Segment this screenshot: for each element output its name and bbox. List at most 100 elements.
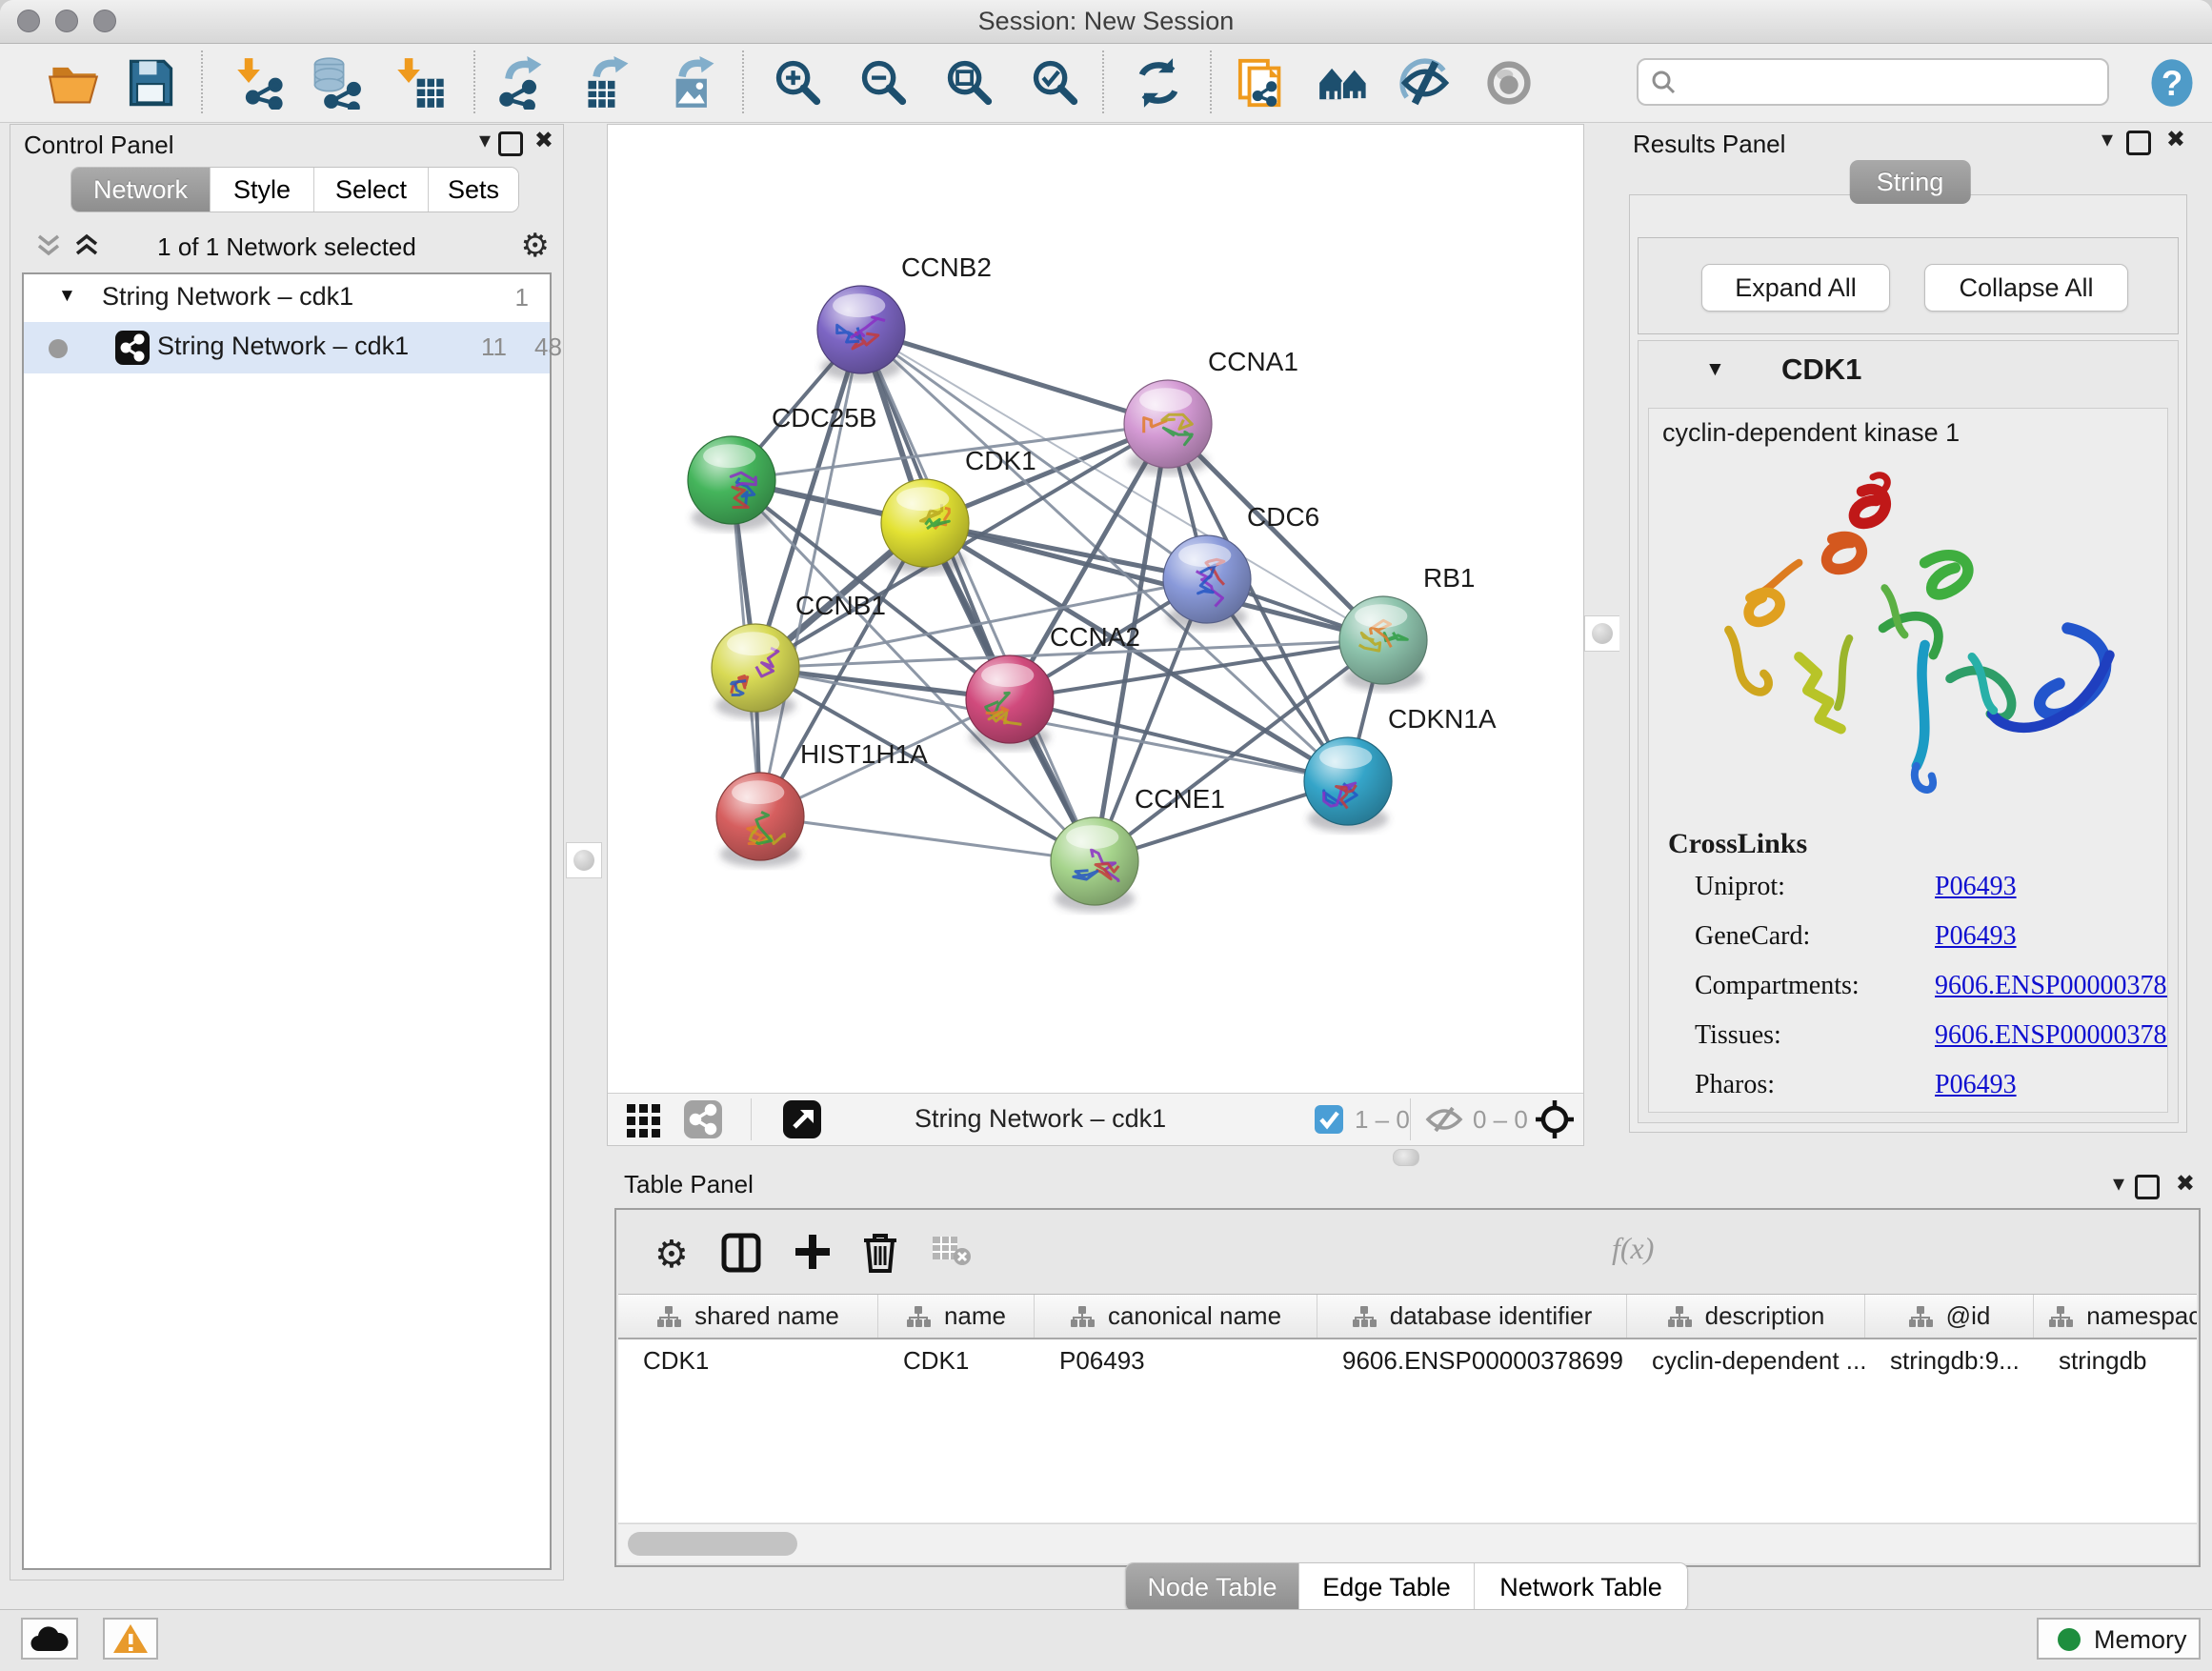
column-header-canonical-name[interactable]: canonical name <box>1035 1295 1317 1338</box>
float-panel-icon[interactable] <box>2135 1175 2160 1199</box>
column-header-shared-name[interactable]: shared name <box>618 1295 878 1338</box>
export-network-icon[interactable] <box>496 56 550 110</box>
close-panel-icon[interactable]: ✖ <box>534 127 553 154</box>
hidden-eye-icon[interactable] <box>1425 1107 1463 1137</box>
import-network-database-icon[interactable] <box>309 56 362 110</box>
function-builder-icon: f(x) <box>1612 1231 1654 1266</box>
table-cell: cyclin-dependent ... <box>1627 1346 1865 1376</box>
column-header-description[interactable]: description <box>1627 1295 1865 1338</box>
horizontal-splitter-handle[interactable] <box>1393 1149 1419 1166</box>
column-header-name[interactable]: name <box>878 1295 1035 1338</box>
collection-name: String Network – cdk1 <box>102 282 353 312</box>
table-body: CDK1CDK1P064939606.ENSP00000378699cyclin… <box>618 1339 2197 1522</box>
crosslinks-title: CrossLinks <box>1668 828 1807 860</box>
column-label: description <box>1705 1301 1825 1331</box>
save-session-icon[interactable] <box>124 56 177 110</box>
show-columns-icon[interactable] <box>721 1233 761 1278</box>
crosslink-link[interactable]: 9606.ENSP00000378699 <box>1935 971 2168 1001</box>
help-icon[interactable]: ? <box>2145 56 2199 110</box>
zoom-in-icon[interactable] <box>772 56 825 110</box>
tab-node-table[interactable]: Node Table <box>1126 1563 1299 1611</box>
gene-section-header[interactable]: ▼ CDK1 <box>1639 341 2178 402</box>
crosslink-link[interactable]: P06493 <box>1935 1070 2017 1100</box>
zoom-selected-icon[interactable] <box>1029 56 1082 110</box>
tab-network-table[interactable]: Network Table <box>1475 1563 1687 1611</box>
crosslink-link[interactable]: P06493 <box>1935 872 2017 902</box>
network-edge-HIST1H1A-CCNE1[interactable] <box>760 816 1095 861</box>
right-splitter-handle[interactable] <box>1584 615 1620 652</box>
tab-style[interactable]: Style <box>211 168 314 211</box>
tab-network[interactable]: Network <box>71 168 211 211</box>
float-panel-icon[interactable] <box>498 131 523 156</box>
table-cell: P06493 <box>1035 1346 1317 1376</box>
shared-column-icon <box>1070 1305 1095 1328</box>
search-input[interactable] <box>1688 62 2092 102</box>
gene-collapse-icon[interactable]: ▼ <box>1705 358 1725 381</box>
network-collection-row[interactable]: ▼ String Network – cdk1 1 <box>24 274 550 322</box>
gene-details: cyclin-dependent kinase 1 <box>1648 408 2168 1113</box>
node-label-CDC6: CDC6 <box>1247 502 1319 532</box>
birds-eye-view-icon[interactable] <box>783 1100 821 1143</box>
shared-column-icon <box>906 1305 931 1328</box>
table-tabs: Node TableEdge TableNetwork Table <box>1125 1562 1688 1612</box>
main-toolbar: ? <box>0 44 2212 123</box>
grid-view-icon[interactable] <box>625 1100 663 1143</box>
network-edge-CCNB2-CCNA1[interactable] <box>861 330 1168 424</box>
tab-string[interactable]: String <box>1850 160 1971 204</box>
network-view-share-icon[interactable] <box>684 1100 722 1143</box>
toolbar-separator <box>742 50 744 113</box>
collapse-panel-icon[interactable]: ▾ <box>479 127 491 154</box>
scrollbar-thumb[interactable] <box>628 1532 797 1556</box>
create-column-icon[interactable] <box>794 1233 832 1276</box>
column-header-namespace[interactable]: namespace <box>2034 1295 2197 1338</box>
network-edge-CCNB2-CCNE1[interactable] <box>861 330 1095 861</box>
column-header-database-identifier[interactable]: database identifier <box>1317 1295 1627 1338</box>
crosslink-row: Uniprot:P06493 <box>1695 872 2158 910</box>
tab-sets[interactable]: Sets <box>429 168 518 211</box>
table-toolbar: ⚙ f(x) <box>616 1210 2199 1294</box>
column-header--id[interactable]: @id <box>1865 1295 2034 1338</box>
network-node-count: 11 <box>481 332 507 362</box>
left-splitter-handle[interactable] <box>566 842 602 878</box>
export-image-icon[interactable] <box>668 56 721 110</box>
control-panel-tabs: NetworkStyleSelectSets <box>70 167 519 212</box>
crosslink-link[interactable]: P06493 <box>1935 921 2017 952</box>
collapse-panel-icon[interactable]: ▾ <box>2101 126 2113 153</box>
crosshair-icon[interactable] <box>1534 1098 1576 1145</box>
import-network-file-icon[interactable] <box>234 56 288 110</box>
crosslink-link[interactable]: 9606.ENSP00000378699 <box>1935 1020 2168 1051</box>
network-canvas[interactable]: CCNB2CCNA1CDC25BCDK1CDC6RB1CCNB1CCNA2CDK… <box>608 125 1583 1095</box>
clone-network-icon[interactable] <box>1237 56 1296 110</box>
memory-status-dot <box>2058 1628 2081 1651</box>
hide-panel-eye-icon[interactable] <box>1398 56 1452 110</box>
network-options-gear-icon[interactable]: ⚙ <box>521 227 550 265</box>
close-panel-icon[interactable]: ✖ <box>2166 126 2185 153</box>
tab-edge-table[interactable]: Edge Table <box>1299 1563 1475 1611</box>
float-panel-icon[interactable] <box>2126 131 2151 155</box>
table-settings-gear-icon[interactable]: ⚙ <box>654 1233 689 1277</box>
close-panel-icon[interactable]: ✖ <box>2176 1170 2195 1198</box>
column-label: namespace <box>2086 1301 2197 1331</box>
node-label-CDC25B: CDC25B <box>772 403 876 433</box>
show-panel-eye-icon[interactable] <box>1482 56 1536 110</box>
tab-select[interactable]: Select <box>314 168 429 211</box>
memory-button[interactable]: Memory <box>2037 1618 2201 1660</box>
warnings-button[interactable] <box>103 1618 158 1660</box>
expand-all-button[interactable]: Expand All <box>1701 264 1890 312</box>
apply-layout-icon[interactable] <box>1132 56 1185 110</box>
zoom-fit-icon[interactable] <box>943 56 996 110</box>
collection-expand-icon[interactable]: ▼ <box>58 286 76 307</box>
cloud-status-button[interactable] <box>21 1618 78 1660</box>
open-session-icon[interactable] <box>48 56 101 110</box>
export-table-icon[interactable] <box>582 56 635 110</box>
import-table-file-icon[interactable] <box>394 56 448 110</box>
selected-checkbox-icon[interactable] <box>1315 1105 1343 1138</box>
zoom-out-icon[interactable] <box>857 56 911 110</box>
collapse-panel-icon[interactable]: ▾ <box>2113 1170 2124 1198</box>
table-row[interactable]: CDK1CDK1P064939606.ENSP00000378699cyclin… <box>618 1339 2197 1381</box>
gene-name: CDK1 <box>1781 352 1861 387</box>
delete-column-icon[interactable] <box>862 1233 898 1278</box>
network-row[interactable]: String Network – cdk1 11 48 <box>24 322 550 373</box>
collapse-all-button[interactable]: Collapse All <box>1924 264 2128 312</box>
home-networks-icon[interactable] <box>1317 56 1371 110</box>
